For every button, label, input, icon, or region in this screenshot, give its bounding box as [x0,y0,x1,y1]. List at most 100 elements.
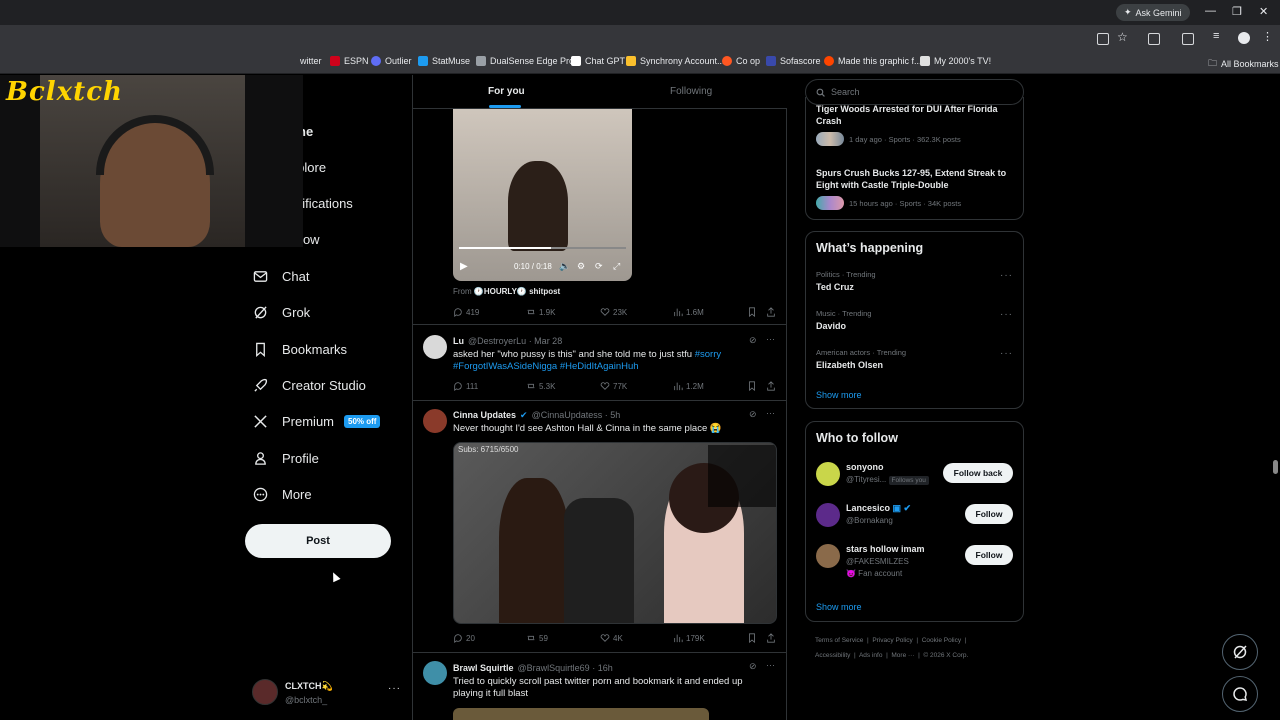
scrollbar-thumb[interactable] [1273,460,1278,474]
bookmark-item[interactable]: Made this graphic f... [824,56,922,66]
show-more-link[interactable]: Show more [816,602,862,612]
post[interactable]: Cinna Updates ✔ @CinnaUpdatess · 5h ⊘ ··· … [413,401,787,653]
grok-icon[interactable]: ⊘ [749,335,757,346]
messages-fab[interactable] [1222,676,1258,712]
share-button[interactable] [766,381,776,391]
like-button[interactable]: 23K [600,307,627,317]
bookmark-item[interactable]: Synchrony Account... [626,56,725,66]
share-button[interactable] [766,307,776,317]
footer-link[interactable]: Cookie Policy [922,637,961,644]
bookmark-button[interactable] [747,381,757,391]
post-video[interactable]: ▶ 0:10 / 0:18 🔈 ⚙ ⟳ ⤢ From 🕐HOURLY🕐 shit… [413,109,787,325]
author-name[interactable]: Cinna Updates [453,410,516,420]
star-icon[interactable]: ☆ [1117,30,1128,44]
like-button[interactable]: 4K [600,633,623,643]
post-time[interactable]: · 5h [605,410,621,420]
bookmark-item[interactable]: Chat GPT [571,56,625,66]
post[interactable]: Lu @DestroyerLu · Mar 28 ⊘ ··· asked her … [413,325,787,401]
bookmark-button[interactable] [747,307,757,317]
like-button[interactable]: 77K [600,381,627,391]
more-dots-icon[interactable]: ··· [1000,309,1013,320]
post-media[interactable]: Subs: 6715/6500 [453,442,777,624]
nav-creator-studio[interactable]: Creator Studio [252,377,366,393]
more-dots-icon[interactable]: ··· [766,334,775,344]
tab-for-you[interactable]: For you [488,86,525,97]
bookmark-item[interactable]: My 2000's TV! [920,56,991,66]
bookmark-item[interactable]: witter [300,56,322,66]
repost-button[interactable]: 1.9K [526,307,555,317]
reply-button[interactable]: 419 [453,307,479,317]
settings-icon[interactable]: ⚙ [577,261,585,272]
share-button[interactable] [766,633,776,643]
video-player[interactable]: ▶ 0:10 / 0:18 🔈 ⚙ ⟳ ⤢ [453,109,632,281]
loop-icon[interactable]: ⟳ [595,261,603,272]
install-app-icon[interactable] [1097,33,1109,45]
maximize-icon[interactable]: ❐ [1232,5,1242,18]
author-handle[interactable]: @DestroyerLu [468,336,526,346]
grok-icon[interactable]: ⊘ [749,661,757,672]
nav-bookmarks[interactable]: Bookmarks [252,341,347,357]
footer-link[interactable]: Terms of Service [815,637,863,644]
more-dots-icon[interactable]: ··· [1000,348,1013,359]
trend-item[interactable]: Music · Trending Davido [816,309,1016,331]
avatar[interactable] [423,335,447,359]
trend-item[interactable]: Politics · Trending Ted Cruz [816,270,1016,292]
bookmark-item[interactable]: StatMuse [418,56,470,66]
extensions-icon[interactable] [1148,33,1160,45]
more-dots-icon[interactable]: ··· [766,660,775,670]
bookmark-item[interactable]: Outlier [371,56,412,66]
tab-following[interactable]: Following [670,86,712,97]
ask-gemini-button[interactable]: ✦ Ask Gemini [1116,4,1190,21]
footer-link[interactable]: More ··· [891,652,914,659]
play-icon[interactable]: ▶ [460,261,468,272]
cast-icon[interactable] [1182,33,1194,45]
bookmark-item[interactable]: Co op [722,56,760,66]
views-button[interactable]: 179K [673,633,705,643]
avatar[interactable] [423,409,447,433]
close-window-icon[interactable]: ✕ [1259,5,1268,18]
bookmark-item[interactable]: DualSense Edge Pro... [476,56,582,66]
post-time[interactable]: · 16h [592,663,613,673]
post-button[interactable]: Post [245,524,391,558]
views-button[interactable]: 1.6M [673,307,704,317]
bookmark-button[interactable] [747,633,757,643]
hashtag[interactable]: #ForgotIWasASideNigga #HeDidItAgainHuh [453,361,639,372]
nav-premium[interactable]: Premium 50% off [252,413,381,429]
video-source[interactable]: From 🕐HOURLY🕐 shitpost [453,287,560,296]
more-dots-icon[interactable]: ··· [1000,270,1013,281]
author-name[interactable]: Lu [453,336,464,346]
follow-back-button[interactable]: Follow back [943,463,1013,483]
account-switcher[interactable]: CLXTCH💫 @bclxtch_ ··· [252,677,402,711]
media-icon[interactable]: ≡ [1213,30,1219,42]
post[interactable]: Brawl Squirtle @BrawlSquirtle69 · 16h ⊘ ·… [413,653,787,720]
grok-fab[interactable] [1222,634,1258,670]
footer-link[interactable]: Privacy Policy [872,637,912,644]
show-more-link[interactable]: Show more [816,390,862,400]
bookmark-item[interactable]: ESPN [330,56,369,66]
follow-button[interactable]: Follow [965,545,1013,565]
trend-item[interactable]: American actors · Trending Elizabeth Olse… [816,348,1016,370]
footer-link[interactable]: Accessibility [815,652,850,659]
nav-profile[interactable]: Profile [252,450,319,466]
follow-button[interactable]: Follow [965,504,1013,524]
author-handle[interactable]: @CinnaUpdatess [532,410,603,420]
post-media[interactable] [453,708,709,720]
fullscreen-icon[interactable]: ⤢ [613,261,620,272]
all-bookmarks[interactable]: 🗀 All Bookmarks [1208,56,1279,72]
minimize-icon[interactable]: — [1205,5,1216,17]
hashtag[interactable]: #sorry [695,349,721,360]
news-item[interactable]: Spurs Crush Bucks 127-95, Extend Streak … [816,167,1016,210]
repost-button[interactable]: 59 [526,633,548,643]
grok-icon[interactable]: ⊘ [749,409,757,420]
repost-button[interactable]: 5.3K [526,381,555,391]
author-handle[interactable]: @BrawlSquirtle69 [518,663,590,673]
reply-button[interactable]: 20 [453,633,475,643]
nav-more[interactable]: More [252,486,312,502]
video-progress[interactable] [459,247,626,249]
reply-button[interactable]: 111 [453,381,478,391]
nav-grok[interactable]: Grok [252,304,310,320]
browser-menu-icon[interactable]: ⋮ [1262,30,1273,43]
nav-chat[interactable]: Chat [252,268,309,284]
post-time[interactable]: · Mar 28 [529,336,563,346]
mute-icon[interactable]: 🔈 [559,261,570,272]
